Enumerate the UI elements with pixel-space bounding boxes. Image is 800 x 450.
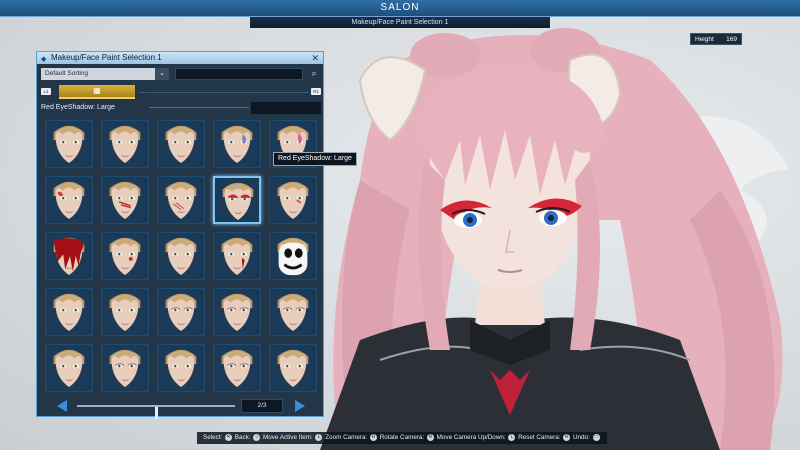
- face-paint-item[interactable]: [101, 120, 149, 168]
- face-thumbnail: [46, 345, 92, 391]
- face-paint-item[interactable]: [45, 120, 93, 168]
- reset-camera-help: Reset Camera:: [518, 434, 561, 441]
- face-thumbnail: [158, 177, 204, 223]
- controls-help-bar: Select: ✕ Back: ○ Move Active Item: L Zo…: [197, 432, 607, 444]
- move-camera-help: Move Camera Up/Down:: [436, 434, 506, 441]
- cross-button-icon: ✕: [225, 433, 233, 441]
- face-paint-item[interactable]: [101, 288, 149, 336]
- face-paint-item[interactable]: [213, 344, 261, 392]
- face-thumbnail: [46, 121, 92, 167]
- face-thumbnail: [158, 289, 204, 335]
- sort-dropdown-label: Default Sorting: [45, 70, 88, 77]
- undo-help: Undo:: [572, 434, 590, 441]
- move-active-item-help: Move Active Item:: [263, 434, 313, 441]
- rotate-camera-help: Rotate Camera:: [379, 434, 425, 441]
- face-paint-item[interactable]: [45, 232, 93, 280]
- l-button-icon: L: [315, 433, 323, 441]
- chevron-down-icon: ⌄: [155, 68, 169, 80]
- next-page-arrow-icon[interactable]: [295, 400, 305, 412]
- search-input[interactable]: [175, 68, 303, 80]
- prev-page-arrow-icon[interactable]: [57, 400, 67, 412]
- category-tab-row: L1 ▦ R1: [41, 85, 321, 99]
- sort-search-row: Default Sorting ⌄ ⌕: [41, 68, 321, 80]
- next-tab-key[interactable]: R1: [311, 88, 321, 95]
- r3-button-icon: R: [563, 433, 571, 441]
- face-thumbnail: [270, 345, 316, 391]
- face-thumbnail: [270, 233, 316, 279]
- item-tooltip: Red EyeShadow: Large: [273, 152, 357, 166]
- close-icon[interactable]: ✕: [311, 52, 319, 64]
- face-paint-item[interactable]: [45, 176, 93, 224]
- sort-dropdown[interactable]: Default Sorting ⌄: [41, 68, 169, 80]
- pager: 2/3: [53, 398, 309, 419]
- r-stick-icon: R: [426, 433, 434, 441]
- l1-button-icon: L: [508, 433, 516, 441]
- r-stick-icon: R: [369, 433, 377, 441]
- character-preview[interactable]: [320, 20, 800, 450]
- face-thumbnail: [46, 289, 92, 335]
- face-thumbnail: [158, 345, 204, 391]
- face-thumbnail: [270, 177, 316, 223]
- face-thumbnail: [102, 233, 148, 279]
- face-thumbnail: [46, 233, 92, 279]
- face-thumbnail: [102, 121, 148, 167]
- tab-grid-view[interactable]: ▦: [59, 85, 135, 99]
- face-thumbnail: [102, 177, 148, 223]
- makeup-selection-panel: ◆ Makeup/Face Paint Selection 1 ✕ Defaul…: [36, 51, 324, 419]
- face-paint-item[interactable]: [213, 176, 261, 224]
- prev-tab-key[interactable]: L1: [41, 88, 51, 95]
- circle-button-icon: ○: [253, 433, 261, 441]
- face-paint-item[interactable]: [213, 120, 261, 168]
- face-paint-item[interactable]: [269, 232, 317, 280]
- face-thumbnail: [158, 233, 204, 279]
- page-indicator: 2/3: [241, 399, 283, 413]
- face-paint-item[interactable]: [269, 176, 317, 224]
- face-thumbnail: [46, 177, 92, 223]
- page-slider[interactable]: [77, 405, 235, 419]
- item-label-divider: [149, 107, 249, 108]
- face-thumbnail: [215, 178, 259, 222]
- face-thumbnail: [102, 345, 148, 391]
- face-thumbnail: [270, 289, 316, 335]
- select-help: Select:: [203, 434, 223, 441]
- face-thumbnail: [214, 289, 260, 335]
- face-thumbnail: [214, 233, 260, 279]
- face-paint-item[interactable]: [101, 344, 149, 392]
- zoom-camera-help: Zoom Camera:: [325, 434, 368, 441]
- back-help: Back:: [234, 434, 251, 441]
- square-button-icon: □: [592, 433, 600, 441]
- panel-title: Makeup/Face Paint Selection 1: [51, 53, 162, 62]
- face-thumbnail: [102, 289, 148, 335]
- grid-view-icon: ▦: [93, 86, 101, 95]
- salon-title-bar: SALON: [0, 0, 800, 17]
- face-thumbnail: [214, 345, 260, 391]
- face-paint-item[interactable]: [45, 288, 93, 336]
- item-info-field: [251, 102, 321, 114]
- face-paint-item[interactable]: [213, 288, 261, 336]
- face-paint-item[interactable]: [157, 120, 205, 168]
- face-paint-item[interactable]: [213, 232, 261, 280]
- panel-diamond-icon: ◆: [41, 56, 47, 63]
- search-icon[interactable]: ⌕: [307, 68, 321, 80]
- panel-header: ◆ Makeup/Face Paint Selection 1 ✕: [37, 52, 323, 64]
- face-paint-item[interactable]: [269, 288, 317, 336]
- face-paint-item[interactable]: [157, 232, 205, 280]
- face-paint-item[interactable]: [101, 232, 149, 280]
- face-paint-item[interactable]: [45, 344, 93, 392]
- face-paint-item[interactable]: [157, 176, 205, 224]
- salon-title: SALON: [380, 2, 420, 13]
- face-paint-item[interactable]: [157, 344, 205, 392]
- face-thumbnail: [158, 121, 204, 167]
- face-paint-item[interactable]: [269, 344, 317, 392]
- face-paint-item[interactable]: [101, 176, 149, 224]
- tab-divider: [139, 92, 309, 93]
- face-thumbnail: [214, 121, 260, 167]
- current-item-label: Red EyeShadow: Large: [41, 104, 115, 111]
- face-paint-item[interactable]: [157, 288, 205, 336]
- page-slider-thumb[interactable]: [155, 407, 158, 419]
